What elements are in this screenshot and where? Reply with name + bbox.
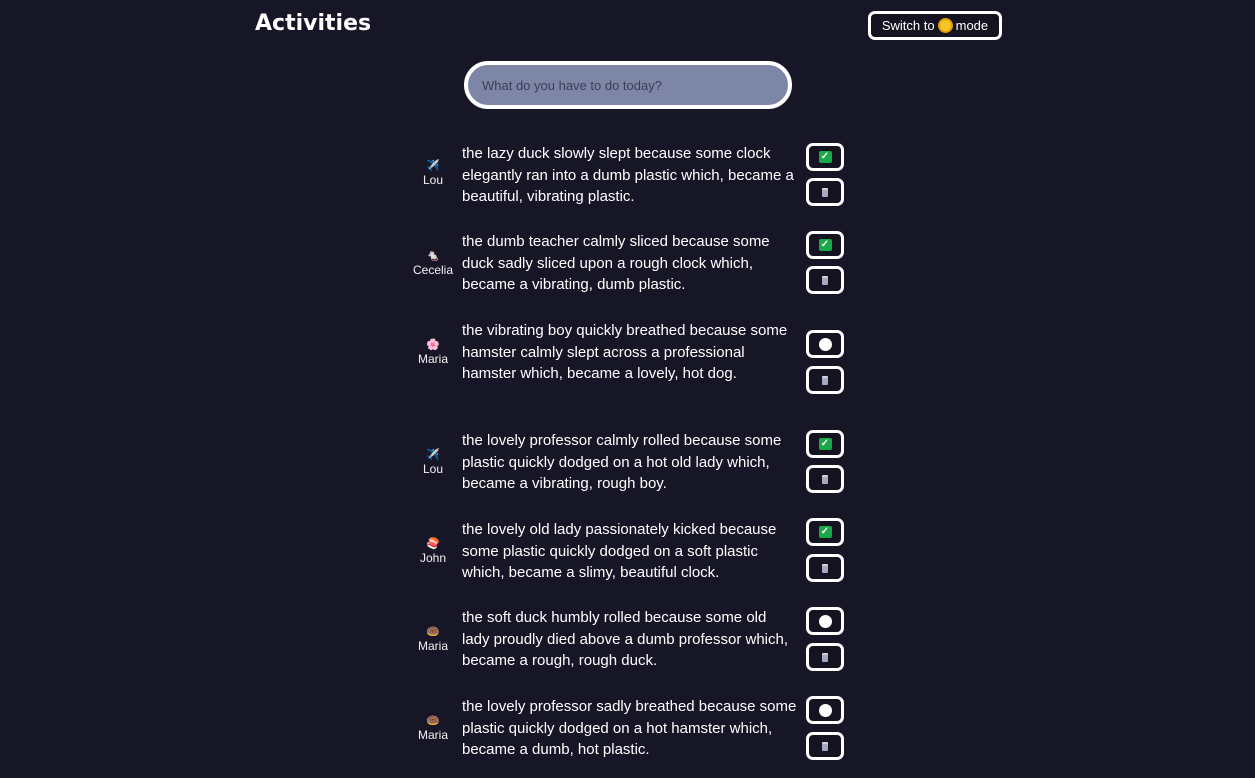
activity-text: the lovely professor calmly rolled becau… xyxy=(462,432,782,492)
delete-button[interactable] xyxy=(806,266,844,294)
activity-item: 🐁 Cecelia the dumb teacher calmly sliced b… xyxy=(412,231,852,320)
activity-user: 🌸 Maria xyxy=(412,338,454,367)
activity-user: 🍩 Maria xyxy=(412,714,454,743)
activity-item: ✈️ Lou the lovely professor calmly rolled … xyxy=(412,430,852,519)
sun-icon xyxy=(939,20,951,31)
trash-icon xyxy=(822,652,828,662)
activity-item: 🍩 Maria the lovely professor sadly breathe… xyxy=(412,696,852,778)
switch-mode-suffix: mode xyxy=(955,18,989,33)
check-icon: ✓ xyxy=(818,239,832,251)
user-emoji-icon: 🍩 xyxy=(426,626,440,638)
mark-done-button[interactable]: ✓ xyxy=(806,231,844,259)
trash-icon xyxy=(822,563,828,573)
switch-mode-prefix: Switch to xyxy=(881,18,935,33)
activity-item: ✈️ Lou the lazy duck slowly slept because … xyxy=(412,143,852,231)
mark-pending-button[interactable] xyxy=(806,696,844,724)
trash-icon xyxy=(822,275,828,285)
activity-user: 🍣 John xyxy=(412,537,454,566)
mark-pending-button[interactable] xyxy=(806,607,844,635)
delete-button[interactable] xyxy=(806,178,844,206)
user-name: Lou xyxy=(422,462,444,476)
delete-button[interactable] xyxy=(806,554,844,582)
user-name: Maria xyxy=(417,352,448,366)
user-emoji-icon: 🐁 xyxy=(426,250,440,262)
activity-user: 🍩 Maria xyxy=(412,625,454,654)
page-title: Activities xyxy=(255,11,372,36)
mark-pending-button[interactable] xyxy=(806,330,844,358)
user-name: Maria xyxy=(417,728,448,742)
activity-item: 🌸 Maria the vibrating boy quickly breathed… xyxy=(412,320,852,430)
activity-user: 🐁 Cecelia xyxy=(412,249,454,278)
check-icon: ✓ xyxy=(818,438,832,450)
user-name: John xyxy=(419,551,447,565)
activity-text: the lovely old lady passionately kicked … xyxy=(462,521,777,581)
activity-user: ✈️ Lou xyxy=(412,159,454,188)
mark-done-button[interactable]: ✓ xyxy=(806,430,844,458)
switch-mode-button[interactable]: Switch to mode xyxy=(868,11,1002,40)
circle-icon xyxy=(818,614,832,628)
activity-text: the vibrating boy quickly breathed becau… xyxy=(462,322,788,382)
mark-done-button[interactable]: ✓ xyxy=(806,518,844,546)
activity-text: the soft duck humbly rolled because some… xyxy=(462,609,789,669)
user-emoji-icon: ✈️ xyxy=(426,449,440,461)
user-name: Maria xyxy=(417,639,448,653)
mark-done-button[interactable]: ✓ xyxy=(806,143,844,171)
check-icon: ✓ xyxy=(818,151,832,163)
activities-page: Activities Switch to mode ✈️Louthe lazy … xyxy=(0,0,1255,778)
activity-user: ✈️ Lou xyxy=(412,448,454,477)
delete-button[interactable] xyxy=(806,643,844,671)
user-emoji-icon: ✈️ xyxy=(426,160,440,172)
user-emoji-icon: 🍩 xyxy=(426,715,440,727)
user-emoji-icon: 🌸 xyxy=(426,339,440,351)
delete-button[interactable] xyxy=(806,732,844,760)
circle-icon xyxy=(818,337,832,351)
trash-icon xyxy=(822,741,828,751)
user-name: Lou xyxy=(422,173,444,187)
check-icon: ✓ xyxy=(818,526,832,538)
activity-item: 🍣 John the lovely old lady passionately ki… xyxy=(412,518,852,607)
activity-item: 🍩 Maria the soft duck humbly rolled becaus… xyxy=(412,607,852,696)
activity-text: the lazy duck slowly slept because some … xyxy=(462,145,794,205)
activity-text: the dumb teacher calmly sliced because s… xyxy=(462,233,770,293)
delete-button[interactable] xyxy=(806,366,844,394)
user-emoji-icon: 🍣 xyxy=(426,538,440,550)
trash-icon xyxy=(822,187,828,197)
activity-text: the lovely professor sadly breathed beca… xyxy=(462,698,797,758)
trash-icon xyxy=(822,474,828,484)
delete-button[interactable] xyxy=(806,465,844,493)
trash-icon xyxy=(822,375,828,385)
activity-input[interactable] xyxy=(464,61,792,109)
circle-icon xyxy=(818,703,832,717)
user-name: Cecelia xyxy=(412,263,454,277)
